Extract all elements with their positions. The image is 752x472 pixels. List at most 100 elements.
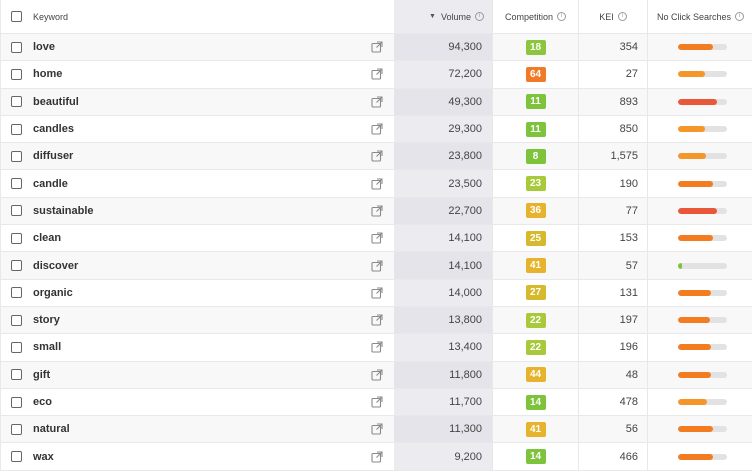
competition-badge: 44: [525, 367, 546, 383]
row-checkbox-cell: [11, 362, 29, 388]
external-link-icon[interactable]: [371, 369, 383, 381]
kei-cell: 77: [578, 197, 647, 225]
table-row[interactable]: gift 11,800 44 48: [1, 361, 752, 389]
table-row[interactable]: beautiful 49,300 11 893: [1, 88, 752, 116]
competition-cell: 8: [492, 143, 578, 170]
external-link-icon[interactable]: [371, 96, 383, 108]
row-checkbox[interactable]: [11, 369, 22, 381]
external-link-icon[interactable]: [371, 396, 383, 408]
keyword-cell: diffuser: [33, 143, 353, 169]
external-link-icon[interactable]: [371, 423, 383, 435]
keyword-cell: story: [33, 307, 353, 333]
external-link-cell: [369, 252, 385, 278]
keyword-cell: eco: [33, 389, 353, 415]
info-icon[interactable]: i: [617, 12, 627, 21]
table-row[interactable]: home 72,200 64 27: [1, 61, 752, 89]
volume-cell: 49,300: [394, 88, 492, 115]
kei-column-header[interactable]: KEI i: [578, 0, 647, 33]
select-all-checkbox[interactable]: [11, 11, 22, 22]
table-row[interactable]: diffuser 23,800 8 1,575: [1, 143, 752, 171]
info-icon[interactable]: i: [735, 12, 745, 21]
external-link-icon[interactable]: [371, 341, 383, 353]
row-checkbox-cell: [11, 170, 29, 196]
table-row[interactable]: natural 11,300 41 56: [1, 416, 752, 444]
kei-value: 197: [619, 314, 638, 327]
table-row[interactable]: love 94,300 18 354: [1, 34, 752, 62]
table-row[interactable]: small 13,400 22 196: [1, 334, 752, 362]
row-checkbox[interactable]: [11, 41, 22, 53]
volume-column-header[interactable]: ▼ Volume i: [394, 0, 492, 33]
table-row[interactable]: candle 23,500 23 190: [1, 170, 752, 198]
row-checkbox[interactable]: [11, 423, 22, 435]
row-checkbox[interactable]: [11, 205, 22, 217]
external-link-icon[interactable]: [371, 314, 383, 326]
external-link-icon[interactable]: [371, 205, 383, 217]
external-link-icon[interactable]: [371, 41, 383, 53]
row-checkbox[interactable]: [11, 287, 22, 299]
external-link-icon[interactable]: [371, 178, 383, 190]
external-link-icon[interactable]: [371, 123, 383, 135]
row-checkbox-cell: [11, 416, 29, 442]
no-click-column-header[interactable]: No Click Searches i: [647, 0, 752, 33]
volume-value: 23,800: [448, 150, 482, 163]
table-row[interactable]: wax 9,200 14 466: [1, 443, 752, 471]
row-checkbox[interactable]: [11, 68, 22, 80]
kei-value: 1,575: [610, 150, 638, 163]
row-checkbox[interactable]: [11, 150, 22, 162]
row-checkbox[interactable]: [11, 232, 22, 244]
keyword-text: small: [33, 341, 62, 354]
row-checkbox-cell: [11, 143, 29, 169]
row-checkbox[interactable]: [11, 123, 22, 135]
table-row[interactable]: sustainable 22,700 36 77: [1, 197, 752, 226]
volume-value: 14,000: [448, 286, 482, 299]
external-link-icon[interactable]: [371, 259, 383, 272]
competition-cell: 18: [492, 34, 578, 61]
competition-column-header[interactable]: Competition i: [492, 0, 578, 33]
table-row[interactable]: story 13,800 22 197: [1, 306, 752, 335]
table-row[interactable]: organic 14,000 27 131: [1, 279, 752, 307]
row-checkbox[interactable]: [11, 260, 22, 272]
kei-value: 478: [619, 396, 638, 408]
competition-cell: 11: [492, 88, 578, 115]
info-icon[interactable]: i: [475, 12, 484, 21]
volume-cell: 72,200: [394, 61, 492, 88]
table-row[interactable]: discover 14,100 41 57: [1, 252, 752, 280]
info-icon[interactable]: i: [557, 12, 567, 21]
no-click-bar-fill: [678, 453, 714, 460]
competition-badge: 22: [525, 339, 546, 355]
table-row[interactable]: eco 11,700 14 478: [1, 388, 752, 417]
competition-badge: 41: [525, 258, 546, 274]
no-click-cell: [647, 225, 752, 252]
external-link-icon[interactable]: [371, 68, 383, 80]
keyword-column-header[interactable]: Keyword: [33, 0, 353, 33]
no-click-cell: [647, 170, 752, 197]
competition-cell: 14: [492, 388, 578, 416]
table-body: love 94,300 18 354 home 72,200 64 27 bea…: [1, 34, 752, 471]
volume-cell: 23,500: [394, 170, 492, 197]
kei-value: 153: [619, 232, 638, 245]
external-link-icon[interactable]: [371, 287, 383, 299]
external-link-icon[interactable]: [371, 451, 383, 463]
external-link-icon[interactable]: [371, 150, 383, 162]
row-checkbox[interactable]: [11, 341, 22, 353]
kei-cell: 850: [578, 115, 647, 143]
competition-cell: 41: [492, 252, 578, 279]
row-checkbox[interactable]: [11, 451, 22, 463]
keyword-cell: wax: [33, 443, 353, 469]
volume-value: 94,300: [448, 41, 482, 54]
row-checkbox[interactable]: [11, 178, 22, 190]
kei-cell: 197: [578, 306, 647, 334]
row-checkbox-cell: [11, 61, 29, 87]
row-checkbox[interactable]: [11, 96, 22, 108]
row-checkbox[interactable]: [11, 314, 22, 326]
external-link-icon[interactable]: [371, 232, 383, 244]
volume-value: 14,100: [448, 259, 482, 272]
no-click-bar-track: [678, 453, 727, 460]
kei-cell: 190: [578, 170, 647, 197]
competition-badge: 64: [525, 66, 546, 82]
competition-cell: 22: [492, 334, 578, 361]
row-checkbox[interactable]: [11, 396, 22, 408]
table-row[interactable]: clean 14,100 25 153: [1, 225, 752, 253]
table-row[interactable]: candles 29,300 11 850: [1, 115, 752, 144]
keyword-text: clean: [33, 232, 62, 245]
